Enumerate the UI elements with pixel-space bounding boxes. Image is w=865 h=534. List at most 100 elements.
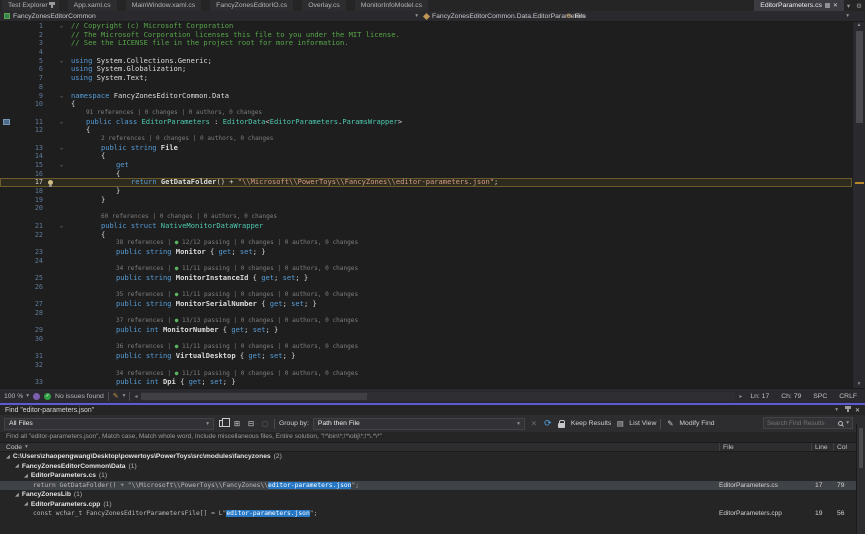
- col-column-header[interactable]: Col: [833, 443, 856, 451]
- tab-overlay-cs[interactable]: Overlay.cs: [302, 0, 346, 11]
- space-mode-indicator[interactable]: SPC: [809, 393, 831, 400]
- fold-arrow-icon[interactable]: ⌄: [56, 161, 67, 170]
- pin-icon[interactable]: [847, 408, 849, 412]
- collapse-all-icon[interactable]: ⊟: [246, 418, 256, 429]
- chevron-down-icon[interactable]: ▾: [844, 0, 853, 11]
- fold-margin: [56, 257, 67, 266]
- chevron-down-icon[interactable]: ▾: [123, 393, 126, 399]
- keep-results-label[interactable]: Keep Results: [571, 420, 611, 427]
- tab-app-xaml-cs[interactable]: App.xaml.cs: [68, 0, 117, 11]
- pin-icon: [51, 4, 53, 8]
- expander-icon[interactable]: ◢: [24, 501, 28, 507]
- fold-arrow-icon[interactable]: ⌄: [56, 222, 67, 231]
- fold-arrow-icon[interactable]: ⌄: [56, 22, 67, 31]
- match-count: (1): [74, 491, 82, 498]
- code-column-header[interactable]: Code: [6, 444, 22, 451]
- expand-all-icon[interactable]: ⊞: [232, 418, 242, 429]
- find-group-row[interactable]: ◢EditorParameters.cpp(1): [0, 500, 865, 510]
- search-find-results-input[interactable]: [767, 420, 835, 427]
- scroll-left-icon[interactable]: ◂: [134, 393, 137, 400]
- modify-find-icon[interactable]: ✎: [665, 418, 675, 429]
- tab-fancyzoneseditorio-cs[interactable]: FancyZonesEditorIO.cs: [210, 0, 293, 11]
- find-panel-title-bar[interactable]: Find "editor-parameters.json" ▾ ✕: [0, 405, 865, 415]
- zoom-select[interactable]: 100 % ▾: [4, 393, 29, 400]
- editor[interactable]: 1⌄// Copyright (c) Microsoft Corporation…: [0, 22, 865, 388]
- chevron-down-icon[interactable]: ▾: [835, 407, 838, 413]
- scroll-right-icon[interactable]: ▸: [739, 393, 742, 400]
- glyph-margin: [0, 152, 22, 161]
- search-icon: [838, 421, 843, 426]
- scroll-down-icon[interactable]: ▾: [853, 381, 865, 388]
- glyph-margin: [0, 83, 22, 92]
- issues-label[interactable]: No issues found: [55, 393, 104, 400]
- chevron-down-icon: ▾: [846, 13, 849, 19]
- find-scrollbar[interactable]: [856, 424, 865, 534]
- refresh-icon[interactable]: ⟳: [543, 418, 553, 429]
- chevron-down-icon: ▾: [415, 13, 418, 19]
- line-number: 31: [22, 352, 44, 361]
- gear-icon[interactable]: ⚙: [853, 0, 865, 11]
- line-number: 21: [22, 222, 44, 231]
- list-view-label[interactable]: List View: [629, 420, 656, 427]
- sync-icon[interactable]: [33, 393, 40, 400]
- find-group-row[interactable]: ◢FancyZonesEditorCommon\Data(1): [0, 462, 865, 472]
- lightbulb-icon[interactable]: [48, 180, 53, 185]
- result-line: 17: [811, 482, 833, 489]
- tab-test-explorer[interactable]: Test Explorer: [2, 0, 59, 11]
- find-group-row[interactable]: ◢FancyZonesLib(1): [0, 490, 865, 500]
- fold-arrow-icon[interactable]: ⌄: [56, 144, 67, 153]
- divider: [129, 392, 130, 401]
- find-result-row[interactable]: return GetDataFolder() + "\\Microsoft\\P…: [0, 481, 865, 491]
- tab-mainwindow-xaml-cs[interactable]: MainWindow.xaml.cs: [126, 0, 201, 11]
- expander-icon[interactable]: ◢: [15, 463, 19, 469]
- project-dropdown[interactable]: FancyZonesEditorCommon ▾: [0, 11, 420, 21]
- fold-arrow-icon[interactable]: ⌄: [56, 92, 67, 101]
- close-icon[interactable]: ✕: [833, 2, 838, 9]
- pencil-icon[interactable]: ✎: [113, 392, 119, 400]
- find-group-row[interactable]: ◢EditorParameters.cs(1): [0, 471, 865, 481]
- file-column-header[interactable]: File: [719, 443, 811, 451]
- cancel-icon[interactable]: ✕: [529, 418, 539, 429]
- tab-monitorinfomodel-cs[interactable]: MonitorInfoModel.cs: [355, 0, 428, 11]
- member-dropdown[interactable]: ⚙ File ▾: [562, 11, 865, 21]
- fold-arrow-icon[interactable]: ⌄: [56, 118, 67, 127]
- tab-editorparameters[interactable]: EditorParameters.cs ✕: [754, 0, 844, 11]
- expander-icon[interactable]: ◢: [24, 473, 28, 479]
- clear-results-icon[interactable]: ◻: [260, 418, 270, 429]
- eol-indicator[interactable]: CRLF: [835, 393, 861, 400]
- find-toolbar: All Files ▾ ⊞ ⊟ ◻ Group by: Path then Fi…: [0, 415, 865, 432]
- modify-find-label[interactable]: Modify Find: [679, 420, 714, 427]
- action-margin: [44, 126, 56, 135]
- type-dropdown[interactable]: FancyZonesEditorCommon.Data.EditorParame…: [420, 11, 562, 21]
- row-content: return GetDataFolder() + "\\Microsoft\\P…: [0, 482, 719, 489]
- scrollbar-thumb[interactable]: [856, 31, 863, 123]
- action-margin: [44, 352, 56, 361]
- group-by-select[interactable]: Path then File ▾: [313, 418, 525, 430]
- search-find-results-box[interactable]: ▾: [763, 417, 853, 429]
- group-label: FancyZonesLib: [22, 491, 71, 498]
- scrollbar-marker: [855, 182, 864, 184]
- line-column-header[interactable]: Line: [811, 443, 833, 451]
- code-line: 23public string Monitor { get; set; }: [0, 248, 852, 257]
- expander-icon[interactable]: ◢: [6, 454, 10, 460]
- scope-select[interactable]: All Files ▾: [4, 418, 214, 430]
- find-group-row[interactable]: ◢C:\Users\zhaopengwang\Desktop\powertoys…: [0, 452, 865, 462]
- scroll-up-icon[interactable]: ▴: [853, 22, 865, 29]
- find-result-row[interactable]: const wchar_t FancyZonesEditorParameters…: [0, 509, 865, 519]
- list-view-icon[interactable]: ▤: [615, 418, 625, 429]
- expander-icon[interactable]: ◢: [15, 492, 19, 498]
- fold-arrow-icon[interactable]: ⌄: [56, 57, 67, 66]
- close-icon[interactable]: ✕: [855, 407, 860, 414]
- lock-icon[interactable]: [557, 418, 567, 429]
- editor-horizontal-scrollbar[interactable]: [141, 392, 735, 401]
- glyph-margin: [0, 196, 22, 205]
- margin-glyph-icon[interactable]: [3, 119, 10, 125]
- editor-vertical-scrollbar[interactable]: ▴ ▾: [852, 22, 865, 388]
- action-margin: [44, 152, 56, 161]
- code-line: 13⌄public string File: [0, 144, 852, 153]
- copy-icon[interactable]: [218, 418, 228, 429]
- chevron-down-icon[interactable]: ▾: [846, 420, 849, 426]
- line-number: 16: [22, 170, 44, 179]
- line-number: [22, 109, 44, 118]
- scrollbar-thumb[interactable]: [141, 393, 367, 400]
